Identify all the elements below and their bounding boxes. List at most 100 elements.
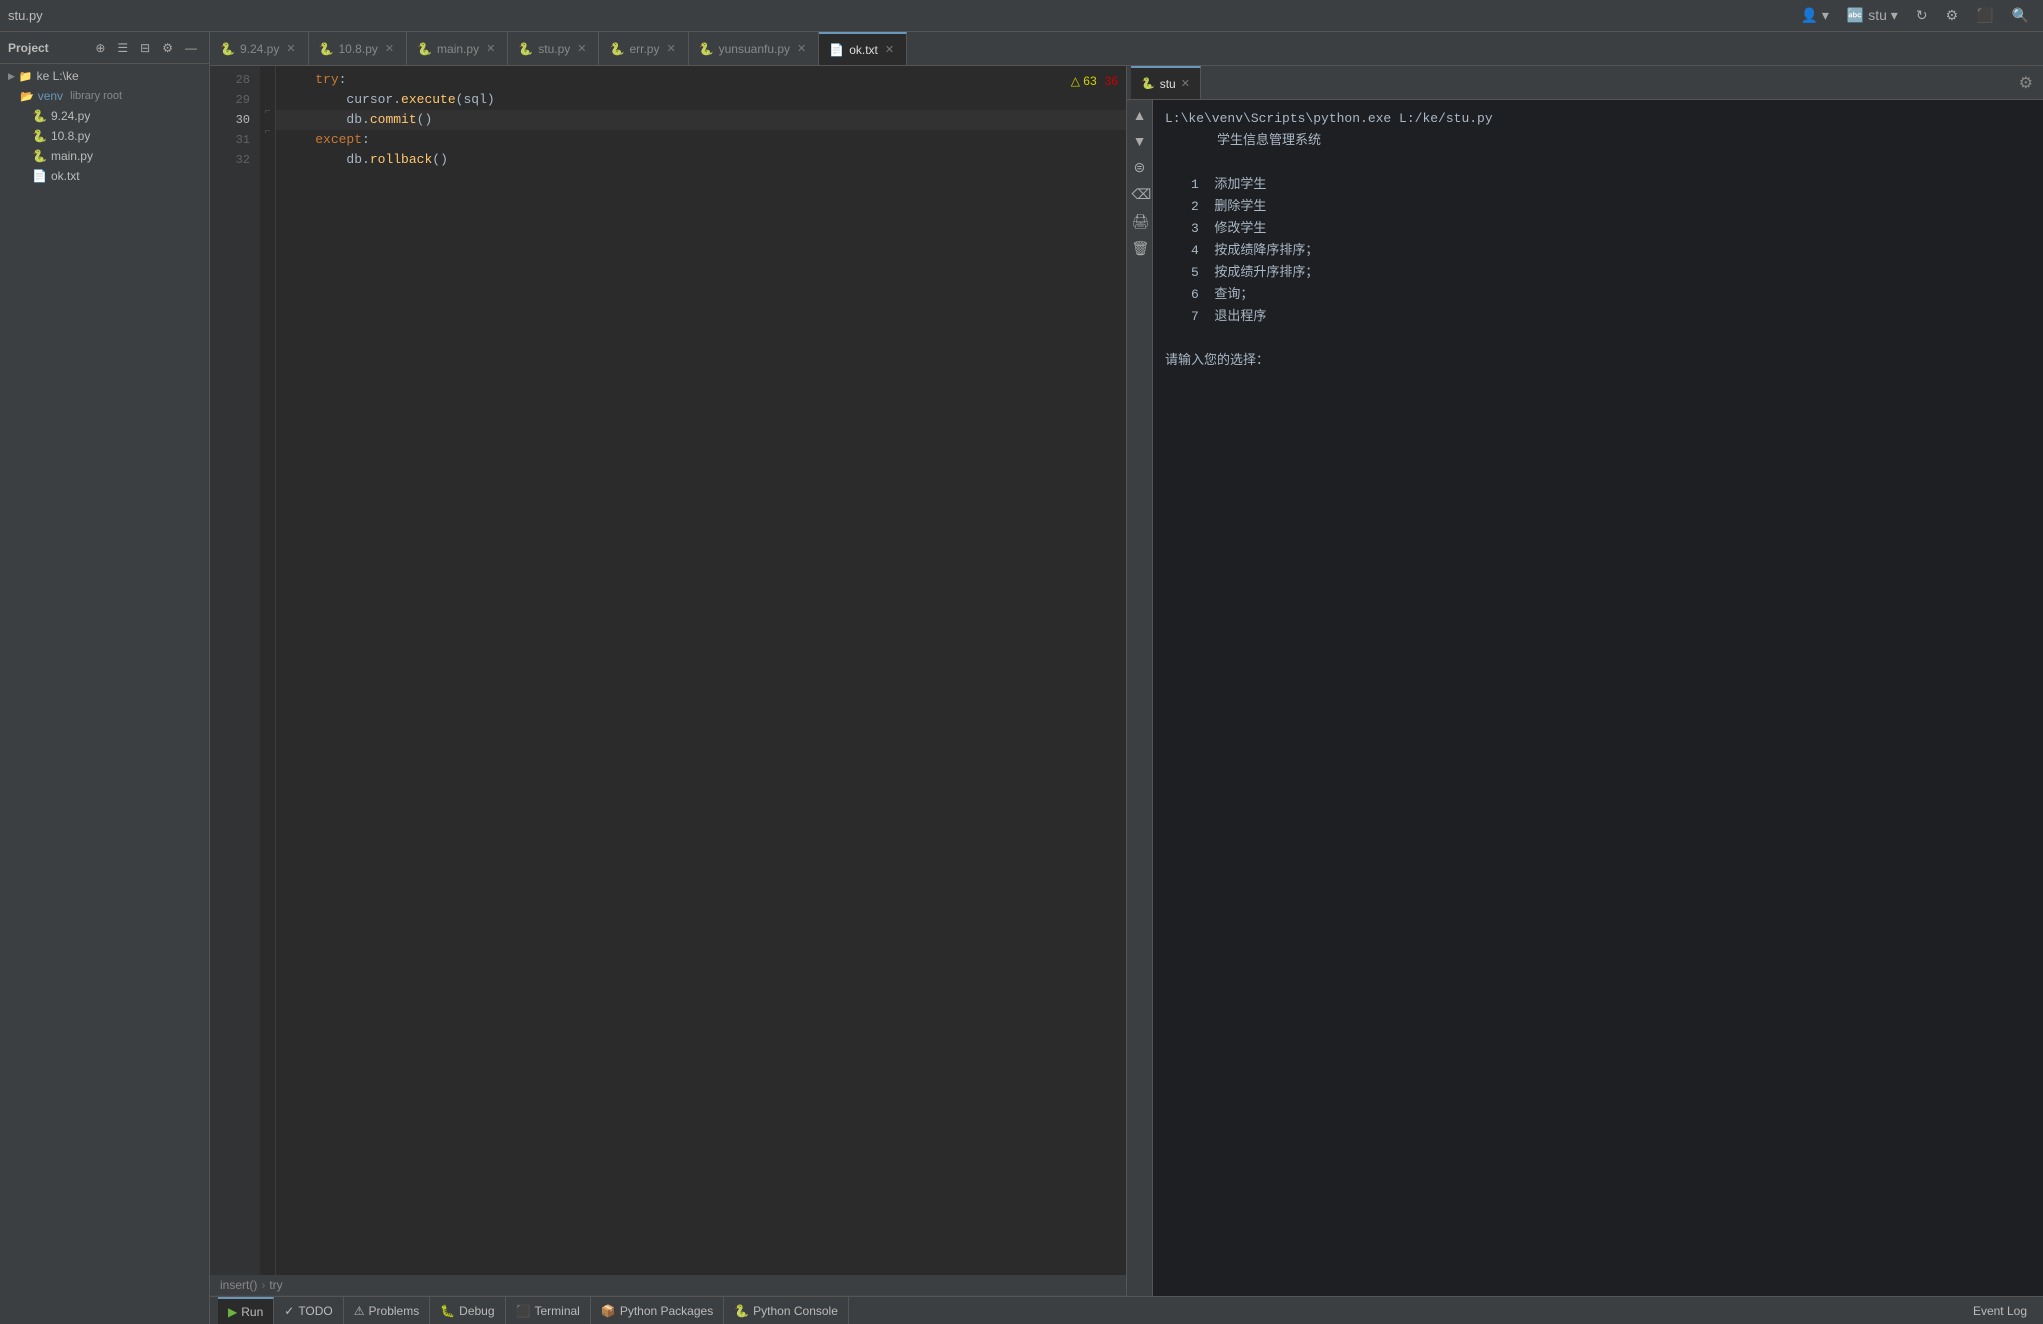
sidebar-item-924py[interactable]: 🐍 9.24.py [0,106,209,126]
tab-yunsuanfu-close[interactable]: ✕ [795,41,808,56]
search-button[interactable]: 🔍 [2006,5,2035,26]
breadcrumb-part2[interactable]: try [269,1278,282,1292]
title-text: stu.py [8,8,43,23]
sidebar: Project ⊕ ☰ ⊟ ⚙ — ▶ 📁 ke L:\ke 📂 venv li… [0,32,210,1324]
linenum-32: 32 [210,150,250,170]
profile-button[interactable]: 👤 ▾ [1795,5,1835,26]
terminal-out-1: 学生信息管理系统 [1165,130,2031,152]
run-settings-icon[interactable]: ⚙ [2013,73,2039,93]
todo-icon: ✓ [284,1304,294,1318]
run-trash-btn[interactable]: 🗑 [1129,237,1151,260]
root-chevron: ▶ [8,71,15,82]
sidebar-item-venv[interactable]: 📂 venv library root [0,86,209,106]
status-python-console[interactable]: 🐍 Python Console [724,1297,849,1324]
oktxt-icon: 📄 [32,169,47,183]
924py-label: 9.24.py [51,109,90,123]
editor-section: △ 63 36 28 29 30 31 32 [210,66,1127,1296]
tab-mainpy-label: main.py [437,42,479,56]
warning-indicator: △ 63 36 [1071,74,1118,88]
sidebar-item-108py[interactable]: 🐍 10.8.py [0,126,209,146]
run-print-btn[interactable]: 🖨 [1129,210,1151,233]
run-tab-icon: 🐍 [1141,77,1155,90]
run-tab-stu[interactable]: 🐍 stu ✕ [1131,66,1201,99]
status-debug[interactable]: 🐛 Debug [430,1297,505,1324]
tab-924py-close[interactable]: ✕ [284,41,297,56]
run-filter-btn[interactable]: ⊜ [1129,156,1151,179]
editor-content[interactable]: △ 63 36 28 29 30 31 32 [210,66,1126,1275]
tab-mainpy-close[interactable]: ✕ [484,41,497,56]
terminal-icon: ⬛ [516,1304,531,1318]
linenum-31: 31 [210,130,250,150]
tab-mainpy[interactable]: 🐍 main.py ✕ [407,32,508,65]
tab-108py[interactable]: 🐍 10.8.py ✕ [309,32,408,65]
sidebar-settings[interactable]: ⚙ [158,39,177,57]
tab-oktxt-close[interactable]: ✕ [883,42,896,57]
python-console-label: Python Console [753,1304,838,1318]
tab-yunsuanfu[interactable]: 🐍 yunsuanfu.py ✕ [689,32,820,65]
run-tab-label: stu [1160,77,1176,91]
terminal-prompt: 请输入您的选择： [1165,350,2031,372]
tab-errpy[interactable]: 🐍 err.py ✕ [599,32,688,65]
linenum-29: 29 [210,90,250,110]
run-icon: ▶ [228,1305,237,1319]
run-clear-btn[interactable]: ⌫ [1129,183,1151,206]
mainpy-label: main.py [51,149,93,163]
branch-button[interactable]: 🔤 stu ▾ [1841,5,1904,26]
python-packages-icon: 📦 [601,1304,616,1318]
run-scroll-up[interactable]: ▲ [1129,104,1151,126]
tab-stupy-icon: 🐍 [518,42,533,56]
sidebar-icon-2[interactable]: ☰ [113,39,132,57]
title-bar-controls: 👤 ▾ 🔤 stu ▾ ↻ ⚙ ⬛ 🔍 [1795,5,2035,26]
924py-icon: 🐍 [32,109,47,123]
status-problems[interactable]: ⚠ Problems [344,1297,430,1324]
sidebar-item-mainpy[interactable]: 🐍 main.py [0,146,209,166]
tab-108py-label: 10.8.py [339,42,378,56]
code-line-31: except: [276,130,1126,150]
root-label: ke L:\ke [37,69,79,83]
tab-errpy-close[interactable]: ✕ [664,41,677,56]
problems-label: Problems [369,1304,420,1318]
terminal-out-2: 1 添加学生 [1165,174,2031,196]
oktxt-label: ok.txt [51,169,80,183]
title-bar: stu.py 👤 ▾ 🔤 stu ▾ ↻ ⚙ ⬛ 🔍 [0,0,2043,32]
event-log-label: Event Log [1973,1304,2027,1318]
run-scroll-down[interactable]: ▼ [1129,130,1151,152]
sidebar-root[interactable]: ▶ 📁 ke L:\ke [0,66,209,86]
108py-label: 10.8.py [51,129,90,143]
sidebar-close[interactable]: — [181,39,201,57]
status-bar: ▶ Run ✓ TODO ⚠ Problems 🐛 Debug ⬛ Termin… [210,1296,2043,1324]
venv-folder-icon: 📂 [20,90,34,103]
status-run[interactable]: ▶ Run [218,1297,274,1324]
tab-924py[interactable]: 🐍 9.24.py ✕ [210,32,309,65]
run-tab-close[interactable]: ✕ [1181,77,1190,90]
terminal-out-7: 6 查询； [1165,284,2031,306]
run-label: Run [241,1305,263,1319]
tab-stupy-close[interactable]: ✕ [575,41,588,56]
reload-button[interactable]: ↻ [1910,5,1934,26]
terminal-out-3: 2 删除学生 [1165,196,2031,218]
status-todo[interactable]: ✓ TODO [274,1297,344,1324]
tab-yunsuanfu-icon: 🐍 [699,42,714,56]
sidebar-icon-1[interactable]: ⊕ [91,39,109,57]
sidebar-item-oktxt[interactable]: 📄 ok.txt [0,166,209,186]
status-event-log[interactable]: Event Log [1965,1304,2035,1318]
linenum-30: 30 [210,110,250,130]
code-line-32: db.rollback() [276,150,1126,170]
settings-button[interactable]: ⚙ [1940,5,1965,26]
status-terminal[interactable]: ⬛ Terminal [506,1297,591,1324]
breadcrumb-part1[interactable]: insert() [220,1278,257,1292]
sidebar-header: Project ⊕ ☰ ⊟ ⚙ — [0,32,209,64]
status-python-packages[interactable]: 📦 Python Packages [591,1297,724,1324]
tab-108py-close[interactable]: ✕ [383,41,396,56]
root-folder-icon: 📁 [19,70,33,83]
code-line-29: cursor.execute(sql) [276,90,1126,110]
sidebar-icon-3[interactable]: ⊟ [136,39,154,57]
tab-oktxt[interactable]: 📄 ok.txt ✕ [819,32,907,65]
code-area[interactable]: try: cursor.execute(sql) db.commit() exc… [276,66,1126,1275]
run-toolbar: ▲ ▼ ⊜ ⌫ 🖨 🗑 [1127,100,1153,1296]
terminal-area[interactable]: L:\ke\venv\Scripts\python.exe L:/ke/stu.… [1153,100,2043,1296]
python-console-icon: 🐍 [734,1304,749,1318]
warning-count: △ 63 [1071,74,1097,88]
tab-stupy[interactable]: 🐍 stu.py ✕ [508,32,599,65]
stop-button[interactable]: ⬛ [1970,5,1999,26]
